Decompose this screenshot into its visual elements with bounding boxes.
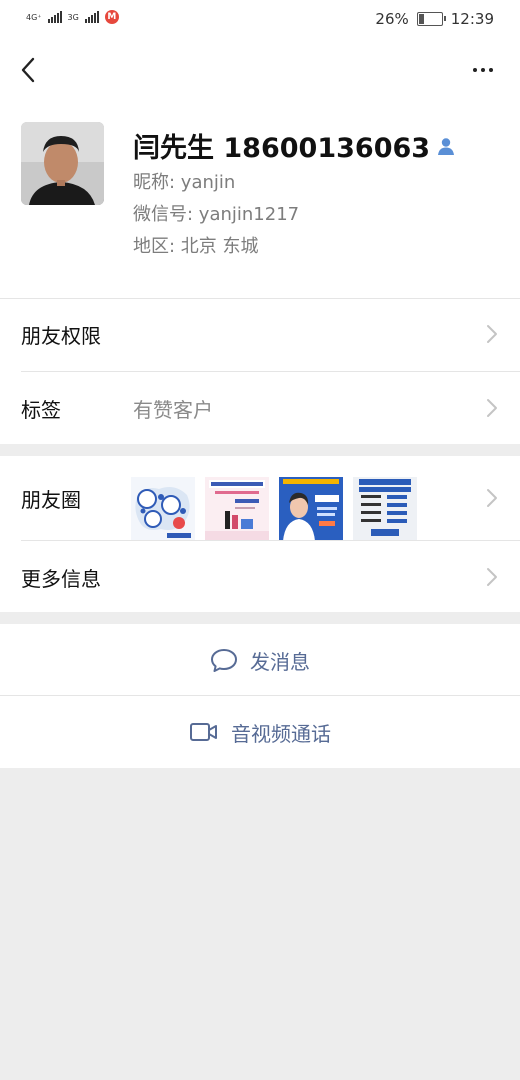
friend-permissions-row[interactable]: 朋友权限 (0, 298, 520, 370)
signal-icon-2 (84, 11, 99, 23)
back-arrow-icon (21, 57, 35, 83)
wechat-id: 微信号: yanjin1217 (133, 204, 300, 225)
actions-section: 发消息 音视频通话 (0, 624, 520, 768)
tags-row[interactable]: 标签 有赞客户 (0, 372, 520, 444)
friend-permissions-label: 朋友权限 (21, 323, 101, 348)
region: 地区: 北京 东城 (133, 236, 259, 257)
moments-row[interactable]: 朋友圈 (0, 456, 520, 541)
signal-icon (47, 11, 62, 23)
avatar[interactable] (21, 122, 104, 205)
map-thumb-image (131, 477, 195, 541)
settings-section: 朋友权限 标签 有赞客户 (0, 298, 520, 444)
avatar-image (21, 122, 104, 205)
chevron-right-icon (487, 325, 497, 343)
clock: 12:39 (450, 10, 494, 28)
moments-thumb-live[interactable] (279, 477, 343, 541)
contact-person-icon (438, 137, 455, 155)
more-info-label: 更多信息 (21, 566, 101, 591)
video-camera-icon (190, 723, 217, 741)
chevron-right-icon (487, 568, 497, 586)
moments-thumb-event[interactable] (205, 477, 269, 541)
nickname: 昵称: yanjin (133, 172, 236, 193)
chevron-right-icon (487, 489, 497, 507)
network-3g-label: 3G (67, 12, 79, 22)
more-info-row[interactable]: 更多信息 (0, 541, 520, 613)
schedule-thumb-image (353, 477, 417, 541)
moments-label: 朋友圈 (21, 487, 81, 512)
battery-fill (418, 14, 425, 24)
moments-thumbnails (131, 477, 417, 541)
moments-thumb-map[interactable] (131, 477, 195, 541)
profile-header: 闫先生 18600136063 昵称: yanjin 微信号: yanjin12… (0, 40, 520, 298)
carrier-icon: M (104, 10, 119, 24)
status-right: 26% 12:39 (375, 10, 494, 28)
send-message-button[interactable]: 发消息 (0, 624, 520, 696)
network-4g-label: 4G⁺ (26, 12, 42, 22)
more-dot (481, 68, 485, 72)
back-button[interactable] (14, 54, 42, 86)
contact-name: 闫先生 18600136063 (133, 133, 431, 164)
chat-bubble-icon (211, 649, 237, 672)
tags-label: 标签 (21, 397, 61, 422)
moments-thumb-schedule[interactable] (353, 477, 417, 541)
video-call-label: 音视频通话 (231, 721, 331, 746)
moments-section: 朋友圈 更多信息 (0, 456, 520, 612)
battery-icon (416, 12, 446, 26)
send-message-label: 发消息 (250, 649, 310, 674)
chevron-right-icon (487, 399, 497, 417)
more-dots-icon (473, 68, 477, 72)
event-thumb-image (205, 477, 269, 541)
video-call-button[interactable]: 音视频通话 (0, 696, 520, 768)
name-row: 闫先生 18600136063 (133, 126, 456, 165)
status-bar: 4G⁺ 3G M 26% 12:39 (0, 0, 520, 40)
status-left: 4G⁺ 3G M (26, 10, 119, 24)
battery-percent: 26% (375, 10, 409, 28)
tags-value: 有赞客户 (133, 397, 213, 422)
live-thumb-image (279, 477, 343, 541)
more-dot (489, 68, 493, 72)
more-button[interactable] (468, 58, 498, 82)
